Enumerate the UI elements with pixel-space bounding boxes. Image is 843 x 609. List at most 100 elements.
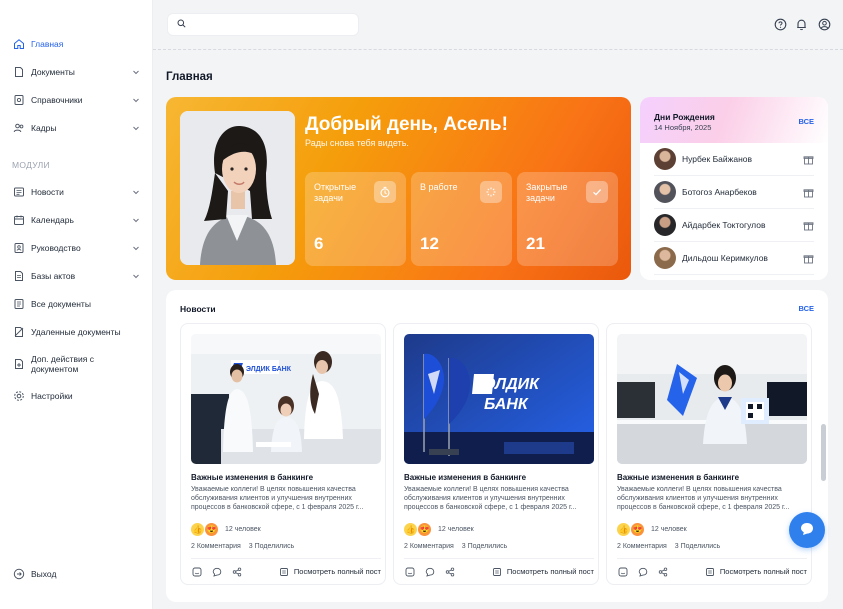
sidebar-item-management[interactable]: Руководство [12, 239, 140, 257]
greeting-title: Добрый день, Асель! [305, 114, 508, 135]
reactions: 👍 😍 12 человек [404, 522, 474, 536]
gift-icon[interactable] [802, 252, 814, 264]
thumbs-up-icon[interactable]: 👍 [404, 522, 417, 536]
sidebar-item-all-documents[interactable]: Все документы [12, 295, 140, 313]
heart-eyes-icon[interactable]: 😍 [418, 522, 431, 536]
chevron-down-icon [132, 68, 140, 76]
scrollbar-thumb[interactable] [821, 424, 826, 481]
shares-count[interactable]: 3 Поделились [462, 543, 508, 550]
birthdays-all-link[interactable]: ВСЕ [798, 117, 814, 126]
sidebar-item-document-actions[interactable]: Доп. действия с документом [12, 351, 140, 377]
bell-icon[interactable] [794, 17, 808, 31]
chat-button[interactable] [789, 512, 825, 548]
heart-eyes-icon[interactable]: 😍 [205, 522, 218, 536]
view-full-post-link[interactable]: Посмотреть полный пост [705, 567, 807, 577]
guide-icon [12, 242, 25, 255]
sidebar-item-home[interactable]: Главная [12, 35, 140, 53]
birthday-row[interactable]: Нурбек Байжанов [654, 143, 814, 176]
gift-icon[interactable] [802, 153, 814, 165]
share-icon[interactable] [657, 566, 668, 577]
svg-text:ЭЛДИК БАНК: ЭЛДИК БАНК [246, 366, 292, 373]
news-actions: Посмотреть полный пост [404, 558, 594, 584]
sidebar-item-label: Справочники [31, 95, 83, 105]
shares-count[interactable]: 3 Поделились [249, 543, 295, 550]
news-card[interactable]: ЭЛДИК БАНК Важные изменения в банкинге У… [180, 323, 386, 585]
stat-closed-tasks[interactable]: Закрытые задачи 21 [517, 172, 618, 266]
gift-icon[interactable] [802, 186, 814, 198]
emoji-icon[interactable] [617, 566, 628, 577]
news-text: Уважаемые коллеги! В целях повышения кач… [617, 486, 790, 511]
thumbs-up-icon[interactable]: 👍 [191, 522, 204, 536]
sidebar-item-documents[interactable]: Документы [12, 63, 140, 81]
documents-icon [12, 298, 25, 311]
gear-icon [12, 390, 25, 403]
news-image[interactable] [617, 334, 807, 464]
sidebar-item-acts-database[interactable]: Базы актов [12, 267, 140, 285]
logout-button[interactable]: Выход [12, 565, 140, 583]
share-icon[interactable] [231, 566, 242, 577]
news-all-link[interactable]: ВСЕ [798, 304, 814, 313]
view-full-post-label: Посмотреть полный пост [293, 567, 381, 576]
view-full-post-label: Посмотреть полный пост [506, 567, 594, 576]
emoji-icon[interactable] [404, 566, 415, 577]
news-card[interactable]: ЭЛДИК БАНК Важные изменения в банкинге У… [393, 323, 599, 585]
sidebar-item-news[interactable]: Новости [12, 183, 140, 201]
post-icon [492, 567, 502, 577]
sidebar: Главная Документы Справочники Кадры МОДУ… [0, 0, 153, 609]
reactions-count: 12 человек [225, 525, 261, 533]
news-card[interactable]: Важные изменения в банкинге Уважаемые ко… [606, 323, 812, 585]
sidebar-item-label: Все документы [31, 299, 91, 309]
birthdays-date: 14 Ноября, 2025 [654, 123, 712, 132]
check-icon [586, 181, 608, 203]
share-icon[interactable] [444, 566, 455, 577]
sidebar-item-deleted-documents[interactable]: Удаленные документы [12, 323, 140, 341]
sidebar-item-directories[interactable]: Справочники [12, 91, 140, 109]
comments-count[interactable]: 2 Комментария [404, 543, 454, 550]
comments-count[interactable]: 2 Комментария [191, 543, 241, 550]
sidebar-item-staff[interactable]: Кадры [12, 119, 140, 137]
database-icon [12, 270, 25, 283]
news-meta: 2 Комментария 3 Поделились [191, 543, 300, 550]
thumbs-up-icon[interactable]: 👍 [617, 522, 630, 536]
avatar [654, 181, 676, 203]
news-image[interactable]: ЭЛДИК БАНК [404, 334, 594, 464]
brand-text-line-1: ЭЛДИК [484, 376, 540, 393]
view-full-post-link[interactable]: Посмотреть полный пост [492, 567, 594, 577]
sidebar-item-settings[interactable]: Настройки [12, 387, 140, 405]
help-icon[interactable] [773, 17, 787, 31]
shares-count[interactable]: 3 Поделились [675, 543, 721, 550]
news-meta: 2 Комментария 3 Поделились [617, 543, 726, 550]
sidebar-item-label: Доп. действия с документом [31, 354, 94, 374]
stat-value: 6 [314, 234, 324, 253]
birthday-name: Ботогоз Анарбеков [682, 187, 757, 197]
birthday-row[interactable]: Ботогоз Анарбеков [654, 176, 814, 209]
stat-open-tasks[interactable]: Открытые задачи 6 [305, 172, 406, 266]
comments-count[interactable]: 2 Комментария [617, 543, 667, 550]
gift-icon[interactable] [802, 219, 814, 231]
sidebar-item-label: Удаленные документы [31, 327, 121, 337]
search-input[interactable] [191, 19, 351, 30]
users-icon [12, 122, 25, 135]
greeting-subtitle: Рады снова тебя видеть. [305, 138, 409, 148]
search-box[interactable] [167, 13, 359, 36]
chat-icon [799, 521, 815, 539]
stat-in-progress[interactable]: В работе 12 [411, 172, 512, 266]
comment-icon[interactable] [637, 566, 648, 577]
birthday-row[interactable]: Айдарбек Токтогулов [654, 209, 814, 242]
comment-icon[interactable] [424, 566, 435, 577]
sidebar-item-label: Базы актов [31, 271, 76, 281]
heart-eyes-icon[interactable]: 😍 [631, 522, 644, 536]
birthday-row[interactable]: Дильдош Керимкулов [654, 242, 814, 275]
view-full-post-label: Посмотреть полный пост [719, 567, 807, 576]
sidebar-item-calendar[interactable]: Календарь [12, 211, 140, 229]
doc-actions-icon [12, 358, 25, 371]
view-full-post-link[interactable]: Посмотреть полный пост [279, 567, 381, 577]
comment-icon[interactable] [211, 566, 222, 577]
stat-value: 12 [420, 234, 439, 253]
emoji-icon[interactable] [191, 566, 202, 577]
user-icon[interactable] [817, 17, 831, 31]
chevron-down-icon [132, 188, 140, 196]
news-text: Уважаемые коллеги! В целях повышения кач… [404, 486, 577, 511]
news-image[interactable]: ЭЛДИК БАНК [191, 334, 381, 464]
sidebar-item-label: Главная [31, 39, 64, 49]
